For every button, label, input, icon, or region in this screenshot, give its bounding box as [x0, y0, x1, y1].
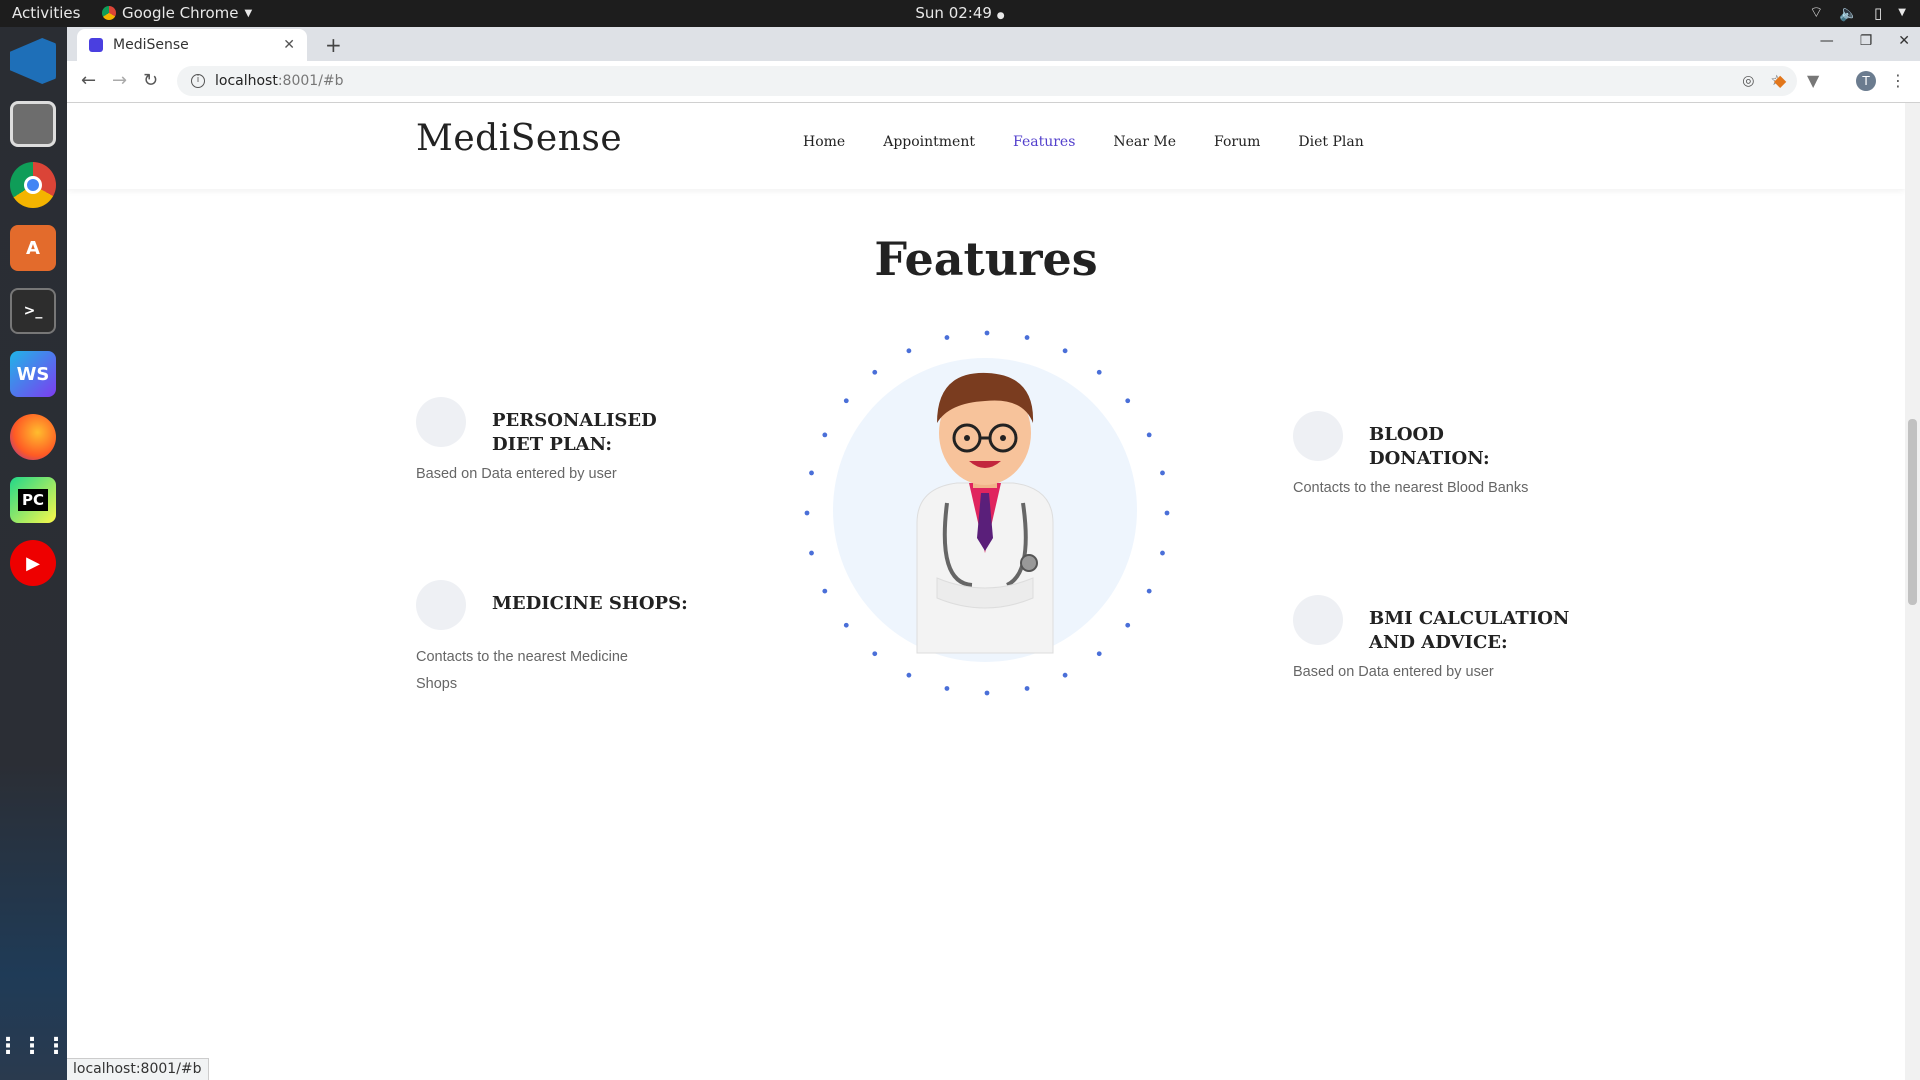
- ring-dot: [809, 470, 814, 476]
- site-brand[interactable]: MediSense: [416, 118, 622, 159]
- nav-home[interactable]: Home: [803, 134, 845, 150]
- dock: A >_ WS PC ▶ ⋮⋮⋮: [0, 27, 67, 1080]
- url-rest: :8001/#b: [277, 73, 344, 89]
- minimize-icon[interactable]: —: [1820, 33, 1834, 49]
- toolbar: ← → ↻ i localhost:8001/#b ◎ ☆ ◆ ▼ T ⋮: [67, 61, 1920, 103]
- ring-dot: [843, 622, 849, 628]
- ring-dot: [1160, 470, 1165, 476]
- ring-dot: [1146, 588, 1152, 594]
- status-bubble: localhost:8001/#b: [67, 1058, 209, 1080]
- favicon-icon: [89, 38, 103, 52]
- menu-icon[interactable]: ⋮: [1890, 71, 1906, 90]
- address-bar[interactable]: i localhost:8001/#b ◎ ☆: [177, 66, 1797, 96]
- chrome-icon[interactable]: [10, 162, 56, 208]
- ring-dot: [944, 686, 950, 691]
- nav-appointment[interactable]: Appointment: [883, 134, 975, 150]
- ring-dot: [944, 335, 950, 340]
- feature-title: PERSONALISED DIET PLAN:: [492, 410, 657, 455]
- feature-icon-circle: [1293, 411, 1343, 461]
- forward-icon[interactable]: →: [112, 70, 127, 91]
- feature-desc: Based on Data entered by user: [416, 466, 617, 482]
- volume-icon: 🔈: [1839, 3, 1859, 22]
- ring-dot: [1062, 348, 1068, 354]
- url-host: localhost: [215, 73, 278, 89]
- tab-medisense[interactable]: MediSense ✕: [77, 29, 307, 61]
- ring-dot: [1096, 369, 1102, 375]
- system-tray[interactable]: ⌔ 🔈 ▯ ▼: [1809, 3, 1906, 22]
- new-tab-button[interactable]: +: [325, 33, 342, 57]
- tab-title: MediSense: [113, 37, 189, 53]
- software-icon[interactable]: A: [10, 225, 56, 271]
- ring-dot: [822, 588, 828, 594]
- ring-dot: [984, 690, 990, 696]
- feature-title: BMI CALCULATION AND ADVICE:: [1369, 608, 1570, 653]
- site-nav: Home Appointment Features Near Me Forum …: [803, 134, 1364, 150]
- ring-dot: [1160, 550, 1165, 556]
- vscode-icon[interactable]: [10, 38, 56, 84]
- reload-icon[interactable]: ↻: [143, 70, 158, 91]
- chevron-down-icon: ▼: [1898, 7, 1906, 18]
- scroll-thumb[interactable]: [1908, 419, 1917, 605]
- feature-icon-circle: [416, 397, 466, 447]
- feature-icon-circle: [416, 580, 466, 630]
- clock-text: Sun 02:49: [915, 4, 992, 22]
- nav-features[interactable]: Features: [1013, 134, 1075, 150]
- ring-dot: [906, 348, 912, 354]
- youtube-music-icon[interactable]: ▶: [10, 540, 56, 586]
- webstorm-icon[interactable]: WS: [10, 351, 56, 397]
- system-top-bar: Activities Google Chrome ▼ Sun 02:49 ● ⌔…: [0, 0, 1920, 27]
- files-icon[interactable]: [10, 101, 56, 147]
- back-icon[interactable]: ←: [81, 70, 96, 91]
- nav-near-me[interactable]: Near Me: [1113, 134, 1176, 150]
- battery-icon: ▯: [1874, 3, 1883, 22]
- ring-dot: [1062, 672, 1068, 678]
- doctor-figure: [916, 372, 1054, 654]
- info-icon[interactable]: i: [191, 74, 205, 88]
- nav-forum[interactable]: Forum: [1214, 134, 1260, 150]
- restore-icon[interactable]: ❐: [1860, 33, 1873, 49]
- ring-dot: [1125, 622, 1131, 628]
- nav-diet-plan[interactable]: Diet Plan: [1298, 134, 1363, 150]
- terminal-icon[interactable]: >_: [10, 288, 56, 334]
- close-tab-icon[interactable]: ✕: [283, 37, 295, 53]
- feature-desc: Contacts to the nearest Blood Banks: [1293, 480, 1529, 496]
- feature-desc: Contacts to the nearest Medicine Shops: [416, 649, 628, 692]
- profile-avatar[interactable]: T: [1856, 71, 1876, 91]
- doctor-illustration: [804, 330, 1170, 696]
- ring-dot: [822, 432, 828, 438]
- feature-title: BLOOD DONATION:: [1369, 424, 1490, 469]
- apps-grid-icon[interactable]: ⋮⋮⋮: [0, 1023, 67, 1069]
- clock[interactable]: Sun 02:49 ●: [0, 4, 1920, 22]
- wifi-icon: ⌔: [1809, 3, 1824, 21]
- browser-chrome: MediSense ✕ + — ❐ ✕ ← → ↻ i localhost:80…: [67, 27, 1920, 103]
- ring-dot: [804, 510, 810, 516]
- ring-dot: [809, 550, 814, 556]
- feature-icon-circle: [1293, 595, 1343, 645]
- firefox-icon[interactable]: [10, 414, 56, 460]
- ring-dot: [984, 330, 990, 336]
- section-title: Features: [874, 232, 1098, 286]
- close-window-icon[interactable]: ✕: [1898, 33, 1910, 49]
- window-controls: — ❐ ✕: [1820, 33, 1910, 49]
- ring-dot: [1024, 335, 1030, 340]
- ring-dot: [1024, 686, 1030, 691]
- ring-dot: [1164, 510, 1170, 516]
- ring-dot: [872, 651, 878, 657]
- ring-dot: [1096, 651, 1102, 657]
- ring-dot: [843, 398, 849, 404]
- ring-dot: [906, 672, 912, 678]
- pycharm-icon[interactable]: PC: [10, 477, 56, 523]
- extension-icon[interactable]: ▼: [1807, 71, 1819, 90]
- metamask-icon[interactable]: ◆: [1774, 71, 1786, 90]
- site-header: MediSense Home Appointment Features Near…: [67, 103, 1905, 189]
- page-scrollbar[interactable]: [1905, 103, 1920, 1080]
- location-icon[interactable]: ◎: [1742, 73, 1754, 89]
- ring-dot: [872, 369, 878, 375]
- ring-dot: [1125, 398, 1131, 404]
- feature-title: MEDICINE SHOPS:: [492, 593, 688, 614]
- web-page: MediSense Home Appointment Features Near…: [67, 103, 1905, 1080]
- feature-desc: Based on Data entered by user: [1293, 664, 1494, 680]
- ring-dot: [1146, 432, 1152, 438]
